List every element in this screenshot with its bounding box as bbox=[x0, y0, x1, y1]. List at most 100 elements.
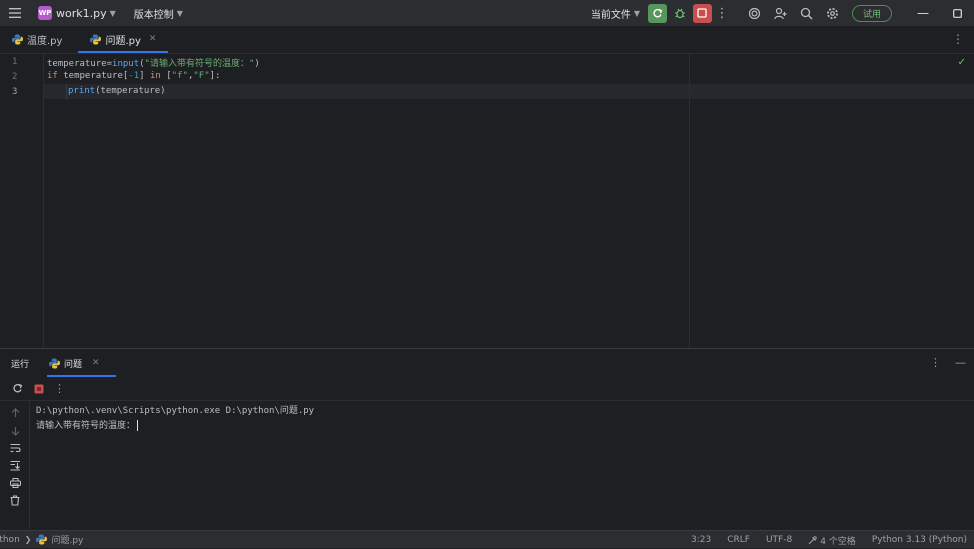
code-token: temperature[ bbox=[57, 71, 129, 81]
right-margin-guide bbox=[689, 54, 690, 348]
stop-button[interactable] bbox=[30, 380, 47, 397]
more-actions-button[interactable]: ⋮ bbox=[712, 2, 732, 24]
chevron-down-icon: ▼ bbox=[633, 8, 640, 18]
run-tool-window: 运行 问题 ✕ ⋮ — ⋮ D:\python\.venv\Scripts\py… bbox=[0, 348, 974, 531]
line-number-gutter[interactable]: 1 2 3 bbox=[0, 54, 44, 348]
settings-button[interactable] bbox=[820, 2, 846, 24]
caret-position[interactable]: 3:23 bbox=[691, 535, 711, 545]
run-tab-label: 问题 bbox=[64, 359, 83, 370]
scroll-to-end-icon[interactable] bbox=[9, 459, 21, 471]
ai-assistant-button[interactable] bbox=[742, 2, 768, 24]
spiral-icon bbox=[749, 7, 761, 19]
add-user-button[interactable] bbox=[768, 2, 794, 24]
python-interpreter[interactable]: Python 3.13 (Python) bbox=[872, 535, 967, 545]
more-actions-button[interactable]: ⋮ bbox=[51, 380, 68, 397]
stop-button[interactable] bbox=[692, 3, 712, 23]
code-token: (temperature) bbox=[95, 86, 166, 96]
code-token: input bbox=[112, 59, 140, 69]
print-icon[interactable] bbox=[9, 477, 21, 489]
code-token: -1 bbox=[128, 71, 140, 81]
add-user-icon bbox=[774, 7, 787, 19]
line-ending[interactable]: CRLF bbox=[727, 535, 750, 545]
tab-options-button[interactable]: ⋮ bbox=[952, 32, 964, 46]
code-editor[interactable]: 1 2 3 ✓ temperature=input("请输入带有符号的温度：")… bbox=[0, 54, 974, 348]
rerun-icon bbox=[653, 8, 663, 17]
more-vertical-icon[interactable]: ⋮ bbox=[930, 356, 941, 369]
hamburger-icon bbox=[9, 8, 21, 18]
python-file-icon bbox=[49, 358, 61, 368]
breadcrumb-file[interactable]: 问题.py bbox=[51, 533, 83, 546]
code-token: ]: bbox=[209, 71, 221, 81]
code-token: if bbox=[47, 71, 58, 81]
run-toolbar: ⋮ bbox=[0, 377, 974, 401]
trial-button[interactable]: 试用 bbox=[851, 4, 892, 22]
tab-problem-py[interactable]: 问题.py ✕ bbox=[78, 25, 169, 53]
soft-wrap-icon[interactable] bbox=[9, 442, 21, 454]
chevron-down-icon: ▼ bbox=[176, 8, 183, 18]
run-panel-title: 运行 bbox=[11, 359, 30, 370]
current-line-highlight bbox=[44, 84, 974, 99]
more-vertical-icon: ⋮ bbox=[54, 382, 65, 395]
line-number: 1 bbox=[12, 57, 18, 67]
code-line[interactable]: print(temperature) bbox=[68, 86, 166, 96]
code-token: "F" bbox=[193, 71, 210, 81]
file-encoding[interactable]: UTF-8 bbox=[766, 535, 792, 545]
arrow-down-icon[interactable] bbox=[9, 425, 21, 437]
console-side-toolbar bbox=[0, 401, 30, 531]
code-line[interactable]: if temperature[-1] in ["f","F"]: bbox=[47, 71, 220, 81]
rerun-button[interactable] bbox=[647, 3, 667, 23]
tab-label: 温度.py bbox=[27, 35, 63, 47]
arrow-up-icon[interactable] bbox=[9, 407, 21, 419]
close-icon[interactable]: ✕ bbox=[92, 358, 100, 368]
chevron-down-icon: ▼ bbox=[109, 8, 116, 18]
run-configuration-selector[interactable]: 当前文件 ▼ bbox=[591, 6, 640, 21]
indent-guide bbox=[66, 84, 67, 99]
run-tab-problem[interactable]: 问题 ✕ bbox=[47, 349, 116, 377]
search-button[interactable] bbox=[794, 2, 820, 24]
minimize-button[interactable]: — bbox=[906, 0, 940, 26]
vcs-label: 版本控制 bbox=[133, 9, 174, 21]
tab-label: 问题.py bbox=[105, 35, 141, 47]
status-bar: ython ❯ 问题.py 3:23 CRLF UTF-8 4 个空格 Pyth… bbox=[0, 530, 974, 548]
maximize-icon bbox=[952, 8, 962, 18]
debug-button[interactable] bbox=[669, 2, 691, 24]
python-file-icon bbox=[90, 34, 102, 44]
more-vertical-icon: ⋮ bbox=[952, 32, 964, 46]
no-problems-check-icon[interactable]: ✓ bbox=[958, 57, 966, 68]
indent-widget[interactable]: 4 个空格 bbox=[808, 534, 856, 547]
vcs-widget[interactable]: 版本控制 ▼ bbox=[134, 6, 183, 21]
code-token: temperature= bbox=[47, 59, 113, 69]
breadcrumb: ython ❯ 问题.py bbox=[0, 533, 83, 546]
indent-icon bbox=[808, 535, 817, 544]
rerun-button[interactable] bbox=[9, 380, 26, 397]
hide-panel-icon[interactable]: — bbox=[955, 356, 966, 369]
breadcrumb-root[interactable]: ython bbox=[0, 535, 20, 545]
rerun-icon bbox=[13, 383, 23, 393]
console-input-line[interactable]: 请输入带有符号的温度： bbox=[36, 418, 139, 431]
minimize-icon: — bbox=[917, 6, 929, 20]
maximize-button[interactable] bbox=[940, 0, 974, 26]
code-token: in bbox=[149, 71, 161, 81]
stop-icon bbox=[34, 384, 43, 393]
code-line[interactable]: temperature=input("请输入带有符号的温度：") bbox=[47, 56, 260, 69]
code-token: "f" bbox=[171, 71, 188, 81]
python-file-icon bbox=[36, 534, 48, 545]
bug-icon bbox=[674, 8, 685, 19]
line-number: 2 bbox=[12, 72, 18, 82]
console-prompt: 请输入带有符号的温度： bbox=[36, 421, 136, 431]
code-token: [ bbox=[160, 71, 172, 81]
current-file-label: 当前文件 bbox=[590, 9, 631, 21]
tab-temperature-py[interactable]: 温度.py bbox=[0, 25, 74, 53]
run-panel-header: 运行 问题 ✕ ⋮ — bbox=[0, 349, 974, 377]
line-number: 3 bbox=[12, 87, 18, 97]
project-badge[interactable]: WP bbox=[38, 6, 52, 20]
close-icon[interactable]: ✕ bbox=[149, 34, 157, 44]
code-token: print bbox=[68, 86, 96, 96]
main-menu-button[interactable] bbox=[0, 0, 30, 26]
console-output-line: D:\python\.venv\Scripts\python.exe D:\py… bbox=[36, 406, 315, 416]
trash-icon[interactable] bbox=[9, 494, 21, 506]
python-file-icon bbox=[12, 34, 23, 44]
project-name[interactable]: work1.py bbox=[56, 7, 107, 20]
code-token: ) bbox=[254, 59, 260, 69]
more-vertical-icon: ⋮ bbox=[715, 5, 729, 21]
